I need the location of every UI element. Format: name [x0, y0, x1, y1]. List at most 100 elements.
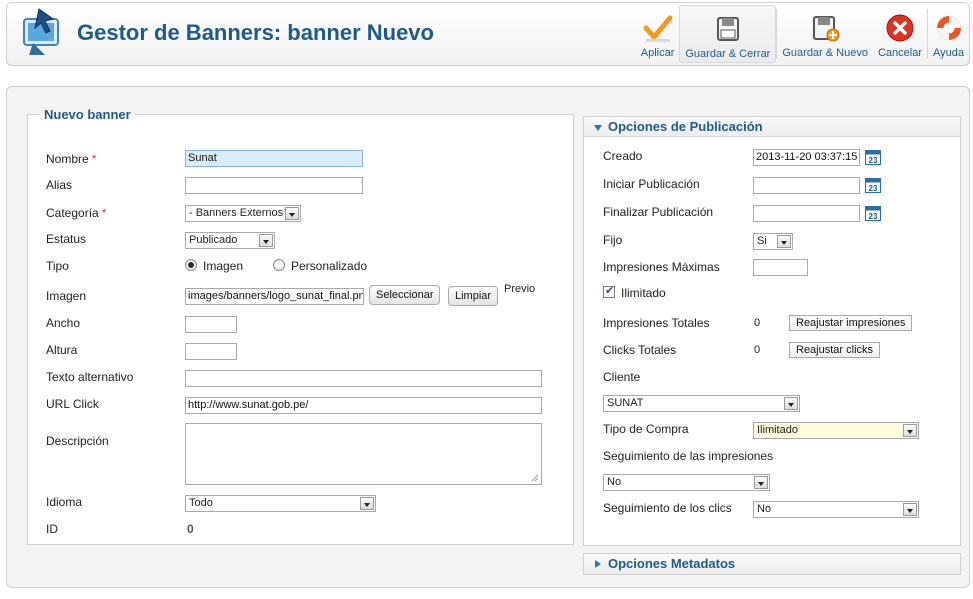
required-asterisk: * — [91, 152, 97, 166]
language-select-value: Todo — [189, 497, 213, 509]
save-new-button[interactable]: Guardar & Nuevo — [777, 5, 873, 63]
alt-text-input[interactable] — [185, 370, 542, 387]
page-header: Gestor de Banners: banner Nuevo Aplicar … — [6, 2, 970, 66]
created-date-input[interactable]: 2013-11-20 03:37:15 — [753, 149, 860, 166]
purchase-type-select-value: Ilimitado — [757, 424, 798, 436]
publish-options-header[interactable]: Opciones de Publicación — [584, 117, 960, 137]
select-image-button[interactable]: Seleccionar — [369, 285, 441, 305]
type-image-radio[interactable] — [185, 259, 197, 271]
clear-image-button[interactable]: Limpiar — [448, 286, 499, 306]
expanded-triangle-icon — [594, 125, 602, 131]
id-value: 0 — [187, 522, 194, 536]
category-label-text: Categoría — [46, 206, 99, 220]
client-select[interactable]: SUNAT — [603, 395, 800, 412]
total-clicks-label: Clicks Totales — [603, 343, 677, 357]
metadata-options-title: Opciones Metadatos — [608, 556, 736, 571]
description-textarea[interactable] — [185, 423, 542, 485]
image-label: Imagen — [46, 289, 87, 303]
reset-clicks-button[interactable]: Reajustar clicks — [789, 342, 881, 358]
svg-text:23: 23 — [869, 156, 878, 165]
page-title: Gestor de Banners: banner Nuevo — [77, 20, 434, 45]
save-close-button[interactable]: Guardar & Cerrar — [679, 5, 777, 63]
status-select-value: Publicado — [189, 234, 238, 246]
name-input[interactable]: Sunat — [185, 150, 363, 167]
type-custom-radio[interactable] — [273, 259, 285, 271]
cancel-button-label: Cancelar — [877, 47, 922, 59]
svg-text:23: 23 — [869, 212, 878, 221]
toolbar: Aplicar Guardar & Cerrar Guardar & Nuevo — [636, 3, 969, 65]
height-input[interactable] — [185, 343, 237, 360]
client-label: Cliente — [603, 370, 641, 384]
start-publish-label: Iniciar Publicación — [603, 177, 700, 191]
chevron-down-icon — [903, 424, 917, 437]
name-label-text: Nombre — [46, 152, 89, 166]
track-impressions-select[interactable]: No — [603, 474, 770, 491]
sticky-select[interactable]: Si — [753, 233, 793, 250]
url-click-input[interactable]: http://www.sunat.gob.pe/ — [185, 397, 542, 414]
banner-manager-logo-icon — [23, 8, 59, 55]
banner-details-fieldset: Nuevo banner Nombre * Sunat Alias Categor… — [27, 107, 574, 545]
total-clicks-value: 0 — [754, 344, 761, 356]
category-label: Categoría * — [46, 206, 106, 220]
calendar-icon[interactable]: 23 — [865, 149, 881, 165]
height-label: Altura — [46, 343, 78, 357]
main-panel: Nuevo banner Nombre * Sunat Alias Categor… — [6, 86, 970, 588]
chevron-down-icon — [903, 503, 917, 516]
alias-label: Alias — [46, 178, 73, 192]
name-label: Nombre * — [46, 152, 96, 166]
purchase-type-label: Tipo de Compra — [603, 422, 689, 436]
sticky-select-value: Si — [757, 235, 767, 247]
unlimited-label: Ilimitado — [621, 286, 666, 300]
cancel-button[interactable]: Cancelar — [873, 5, 927, 63]
svg-text:23: 23 — [869, 184, 878, 193]
help-button[interactable]: Ayuda — [928, 5, 969, 63]
id-label: ID — [46, 522, 58, 536]
publish-options-panel: Opciones de Publicación Creado 2013-11-2… — [583, 116, 961, 546]
publish-options-title: Opciones de Publicación — [608, 119, 763, 134]
url-click-label: URL Click — [46, 397, 99, 411]
chevron-down-icon — [360, 497, 374, 510]
collapsed-triangle-icon — [595, 560, 601, 568]
track-clicks-label: Seguimiento de los clics — [603, 501, 732, 515]
chevron-down-icon — [777, 235, 791, 248]
unlimited-checkbox[interactable] — [603, 284, 615, 298]
start-publish-input[interactable] — [753, 177, 860, 194]
track-clicks-select[interactable]: No — [753, 501, 919, 518]
help-lifebuoy-icon — [936, 16, 961, 40]
reset-impressions-button[interactable]: Reajustar impresiones — [789, 315, 913, 331]
required-asterisk: * — [101, 206, 107, 220]
language-select[interactable]: Todo — [185, 495, 376, 512]
alias-input[interactable] — [185, 177, 363, 194]
sticky-label: Fijo — [603, 233, 623, 247]
calendar-icon[interactable]: 23 — [865, 205, 881, 221]
finish-publish-label: Finalizar Publicación — [603, 205, 714, 219]
save-close-button-label: Guardar & Cerrar — [685, 48, 771, 60]
description-label: Descripción — [46, 434, 109, 448]
width-label: Ancho — [46, 316, 81, 330]
category-select[interactable]: - Banners Externos — [185, 205, 301, 222]
preview-link[interactable]: Previo — [504, 283, 535, 295]
chevron-down-icon — [784, 397, 798, 410]
finish-publish-input[interactable] — [753, 205, 860, 222]
client-select-value: SUNAT — [607, 397, 644, 409]
max-impressions-input[interactable] — [753, 259, 808, 276]
language-label: Idioma — [46, 495, 83, 509]
save-new-button-label: Guardar & Nuevo — [782, 47, 868, 59]
alt-text-label: Texto alternativo — [46, 370, 134, 384]
width-input[interactable] — [185, 316, 237, 333]
type-image-radio-label: Imagen — [203, 259, 244, 273]
created-label: Creado — [603, 149, 643, 163]
image-path-input[interactable]: images/banners/logo_sunat_final.png — [185, 288, 364, 305]
check-icon — [643, 15, 673, 42]
status-select[interactable]: Publicado — [185, 232, 275, 249]
type-custom-radio-label: Personalizado — [291, 259, 368, 273]
resize-handle-icon[interactable] — [529, 472, 539, 482]
apply-button[interactable]: Aplicar — [636, 5, 680, 63]
calendar-icon[interactable]: 23 — [865, 177, 881, 193]
total-impressions-value: 0 — [754, 317, 761, 329]
chevron-down-icon — [754, 476, 768, 489]
track-impressions-label: Seguimiento de las impresiones — [603, 449, 774, 463]
metadata-options-header[interactable]: Opciones Metadatos — [584, 554, 960, 574]
chevron-down-icon — [285, 207, 299, 220]
purchase-type-select[interactable]: Ilimitado — [753, 422, 919, 439]
